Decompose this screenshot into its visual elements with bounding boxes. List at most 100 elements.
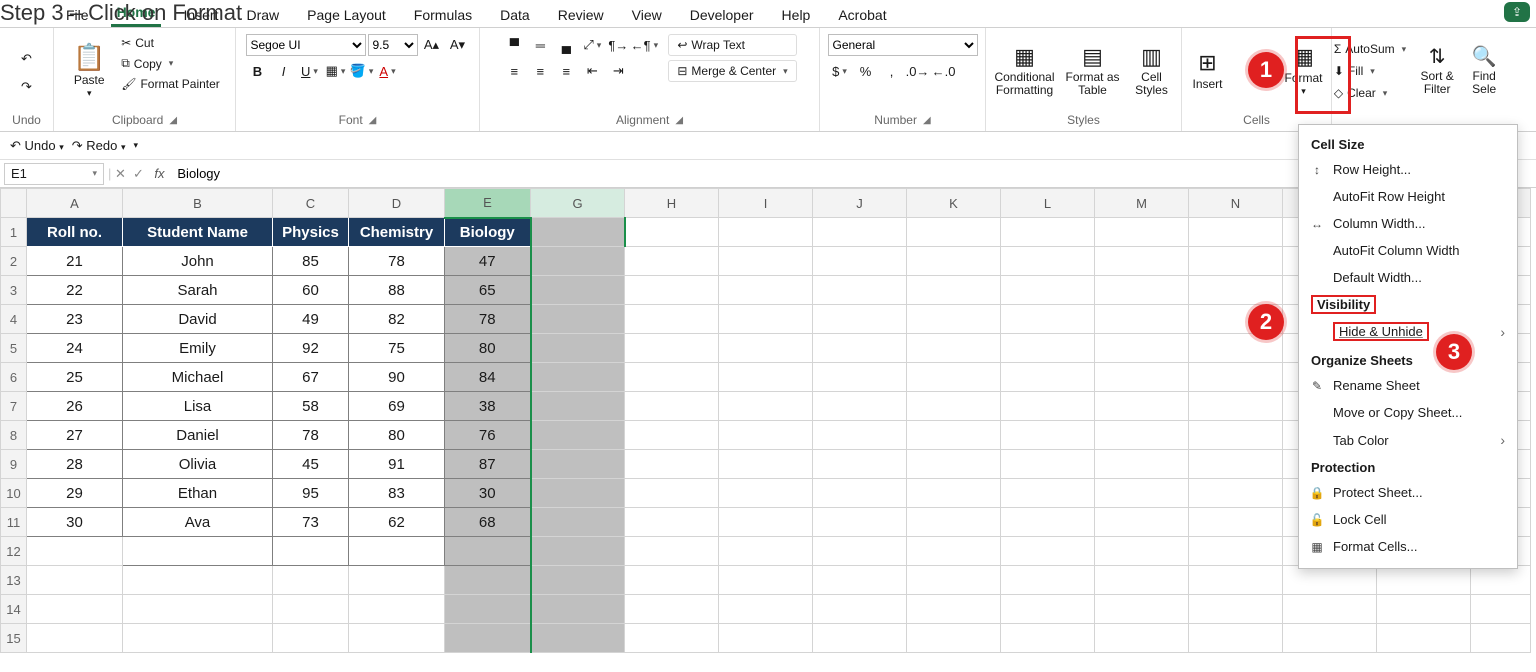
cell-E5[interactable]: 80 xyxy=(445,334,531,363)
cell-B6[interactable]: Michael xyxy=(123,363,273,392)
cell-N3[interactable] xyxy=(1189,276,1283,305)
cell-D2[interactable]: 78 xyxy=(349,247,445,276)
cell-I1[interactable] xyxy=(719,218,813,247)
cancel-formula-icon[interactable]: ✕ xyxy=(111,166,129,182)
cell-H7[interactable] xyxy=(625,392,719,421)
cell-G4[interactable] xyxy=(531,305,625,334)
font-color-button[interactable]: A xyxy=(376,60,400,82)
cell-I4[interactable] xyxy=(719,305,813,334)
cell-H9[interactable] xyxy=(625,450,719,479)
cell-H8[interactable] xyxy=(625,421,719,450)
cell-K2[interactable] xyxy=(907,247,1001,276)
cell-K6[interactable] xyxy=(907,363,1001,392)
tab-data[interactable]: Data xyxy=(494,3,536,27)
merge-center-button[interactable]: ⊟Merge & Center xyxy=(668,60,796,82)
cell-B12[interactable] xyxy=(123,537,273,566)
cell-A6[interactable]: 25 xyxy=(27,363,123,392)
conditional-formatting-button[interactable]: ▦Conditional Formatting xyxy=(991,34,1059,108)
tab-view[interactable]: View xyxy=(626,3,668,27)
cell-N1[interactable] xyxy=(1189,218,1283,247)
cell-A1[interactable]: Roll no. xyxy=(27,218,123,247)
row-header-9[interactable]: 9 xyxy=(1,450,27,479)
cell-N10[interactable] xyxy=(1189,479,1283,508)
cell-A13[interactable] xyxy=(27,566,123,595)
cell-J9[interactable] xyxy=(813,450,907,479)
decrease-font-icon[interactable]: A▾ xyxy=(446,34,470,56)
cell-K15[interactable] xyxy=(907,624,1001,653)
cell-H4[interactable] xyxy=(625,305,719,334)
menu-lock-cell[interactable]: 🔓Lock Cell xyxy=(1299,506,1517,533)
cell-E9[interactable]: 87 xyxy=(445,450,531,479)
indent-increase-icon[interactable]: ⇥ xyxy=(606,60,630,82)
menu-hide-unhide[interactable]: Hide & Unhide xyxy=(1299,316,1517,347)
cell-B1[interactable]: Student Name xyxy=(123,218,273,247)
col-header-B[interactable]: B xyxy=(123,189,273,218)
cell-M10[interactable] xyxy=(1095,479,1189,508)
tab-formulas[interactable]: Formulas xyxy=(408,3,478,27)
menu-autofit-row[interactable]: AutoFit Row Height xyxy=(1299,183,1517,210)
cell-D1[interactable]: Chemistry xyxy=(349,218,445,247)
align-middle-icon[interactable]: ═ xyxy=(528,34,552,56)
cell-J3[interactable] xyxy=(813,276,907,305)
row-header-2[interactable]: 2 xyxy=(1,247,27,276)
menu-default-width[interactable]: Default Width... xyxy=(1299,264,1517,291)
col-header-M[interactable]: M xyxy=(1095,189,1189,218)
cell-B10[interactable]: Ethan xyxy=(123,479,273,508)
copy-button[interactable]: ⧉Copy xyxy=(117,54,224,73)
col-header-D[interactable]: D xyxy=(349,189,445,218)
cell-E15[interactable] xyxy=(445,624,531,653)
cell-M6[interactable] xyxy=(1095,363,1189,392)
tab-acrobat[interactable]: Acrobat xyxy=(832,3,892,27)
cell-K4[interactable] xyxy=(907,305,1001,334)
cell-N12[interactable] xyxy=(1189,537,1283,566)
cell-M9[interactable] xyxy=(1095,450,1189,479)
cell-L11[interactable] xyxy=(1001,508,1095,537)
dialog-launcher-icon[interactable]: ◢ xyxy=(675,115,683,126)
cell-J8[interactable] xyxy=(813,421,907,450)
cell-L1[interactable] xyxy=(1001,218,1095,247)
cell-A9[interactable]: 28 xyxy=(27,450,123,479)
align-top-icon[interactable]: ▀ xyxy=(502,34,526,56)
fill-color-button[interactable]: 🪣 xyxy=(350,60,374,82)
cell-I6[interactable] xyxy=(719,363,813,392)
cell-H3[interactable] xyxy=(625,276,719,305)
cell-L7[interactable] xyxy=(1001,392,1095,421)
cell-G10[interactable] xyxy=(531,479,625,508)
cell-A2[interactable]: 21 xyxy=(27,247,123,276)
cell-E11[interactable]: 68 xyxy=(445,508,531,537)
menu-row-height[interactable]: ↕Row Height... xyxy=(1299,156,1517,183)
cell-K1[interactable] xyxy=(907,218,1001,247)
col-header-G[interactable]: G xyxy=(531,189,625,218)
enter-formula-icon[interactable]: ✓ xyxy=(129,166,147,182)
cell-E10[interactable]: 30 xyxy=(445,479,531,508)
cell-M12[interactable] xyxy=(1095,537,1189,566)
cell-M13[interactable] xyxy=(1095,566,1189,595)
cell-D4[interactable]: 82 xyxy=(349,305,445,334)
cell-D5[interactable]: 75 xyxy=(349,334,445,363)
ltr-icon[interactable]: ¶→ xyxy=(606,34,630,56)
cell-N8[interactable] xyxy=(1189,421,1283,450)
cell-M7[interactable] xyxy=(1095,392,1189,421)
cell-B7[interactable]: Lisa xyxy=(123,392,273,421)
row-header-11[interactable]: 11 xyxy=(1,508,27,537)
number-format-select[interactable]: General xyxy=(828,34,978,56)
cell-B5[interactable]: Emily xyxy=(123,334,273,363)
font-name-select[interactable]: Segoe UI xyxy=(246,34,366,56)
cell-C2[interactable]: 85 xyxy=(273,247,349,276)
align-bottom-icon[interactable]: ▄ xyxy=(554,34,578,56)
cell-J13[interactable] xyxy=(813,566,907,595)
menu-protect-sheet[interactable]: 🔒Protect Sheet... xyxy=(1299,479,1517,506)
cell-I5[interactable] xyxy=(719,334,813,363)
cell-C6[interactable]: 67 xyxy=(273,363,349,392)
cell-D12[interactable] xyxy=(349,537,445,566)
cell-J2[interactable] xyxy=(813,247,907,276)
cell-L5[interactable] xyxy=(1001,334,1095,363)
cell-J14[interactable] xyxy=(813,595,907,624)
cell-S15[interactable] xyxy=(1471,624,1531,653)
cell-L8[interactable] xyxy=(1001,421,1095,450)
increase-decimal-icon[interactable]: .0→ xyxy=(906,60,930,82)
cell-E8[interactable]: 76 xyxy=(445,421,531,450)
cell-H1[interactable] xyxy=(625,218,719,247)
cell-L9[interactable] xyxy=(1001,450,1095,479)
cell-C5[interactable]: 92 xyxy=(273,334,349,363)
